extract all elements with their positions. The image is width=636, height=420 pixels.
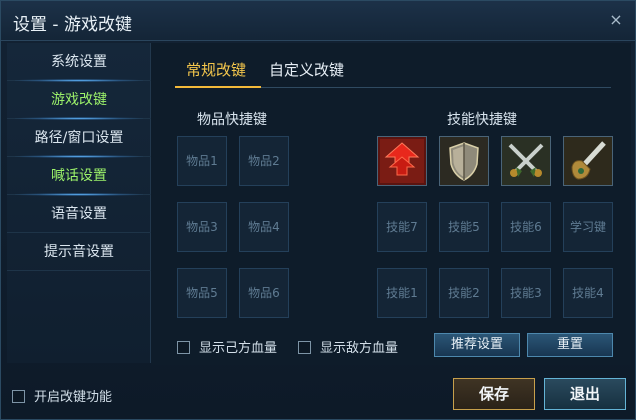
learn-key-slot[interactable]: 学习键 [563, 202, 613, 252]
window-title: 设置 - 游戏改键 [13, 15, 132, 35]
show-enemy-hp-label: 显示敌方血量 [320, 341, 399, 356]
skill-slot-3[interactable]: 技能3 [501, 268, 551, 318]
title-bar[interactable]: 设置 - 游戏改键 × [1, 1, 635, 41]
save-button[interactable]: 保存 [453, 378, 535, 410]
skill-slot-5[interactable]: 技能5 [439, 202, 489, 252]
reset-button[interactable]: 重置 [527, 333, 613, 357]
skill-slot-6[interactable]: 技能6 [501, 202, 551, 252]
active-tab-underline [175, 86, 261, 88]
item-slot-3[interactable]: 物品3 [177, 202, 227, 252]
settings-window: 设置 - 游戏改键 × 系统设置 游戏改键 路径/窗口设置 喊话设置 语音设置 … [0, 0, 636, 420]
sidebar-item-path-window[interactable]: 路径/窗口设置 [7, 119, 151, 157]
red-arrow-skill-icon[interactable] [377, 136, 427, 186]
item-slot-1[interactable]: 物品1 [177, 136, 227, 186]
tab-regular-remap[interactable]: 常规改键 [186, 59, 246, 85]
skill-slot-2[interactable]: 技能2 [439, 268, 489, 318]
item-slot-4[interactable]: 物品4 [239, 202, 289, 252]
items-section-label: 物品快捷键 [197, 112, 267, 128]
crossed-swords-skill-icon[interactable] [501, 136, 551, 186]
exit-button[interactable]: 退出 [544, 378, 626, 410]
show-enemy-hp-checkbox[interactable]: 显示敌方血量 [298, 337, 398, 356]
skill-slot-4[interactable]: 技能4 [563, 268, 613, 318]
checkbox-box[interactable] [12, 390, 25, 403]
sidebar-item-system[interactable]: 系统设置 [7, 43, 151, 81]
show-own-hp-label: 显示己方血量 [199, 341, 278, 356]
skills-section-label: 技能快捷键 [447, 112, 517, 128]
item-slot-5[interactable]: 物品5 [177, 268, 227, 318]
sidebar-item-key-remap[interactable]: 游戏改键 [7, 79, 151, 120]
item-slot-2[interactable]: 物品2 [239, 136, 289, 186]
sidebar-item-voice[interactable]: 语音设置 [7, 195, 151, 233]
shield-skill-icon[interactable] [439, 136, 489, 186]
enable-remap-checkbox[interactable]: 开启改键功能 [12, 386, 112, 405]
main-panel: 常规改键 自定义改键 物品快捷键 技能快捷键 物品1 物品2 物品3 物品4 物… [151, 43, 631, 365]
show-own-hp-checkbox[interactable]: 显示己方血量 [177, 337, 277, 356]
checkbox-box[interactable] [298, 341, 311, 354]
tab-custom-remap[interactable]: 自定义改键 [269, 59, 344, 85]
enable-remap-label: 开启改键功能 [34, 390, 113, 405]
skill-slot-7[interactable]: 技能7 [377, 202, 427, 252]
sidebar-item-alert-sound[interactable]: 提示音设置 [7, 233, 151, 271]
sidebar: 系统设置 游戏改键 路径/窗口设置 喊话设置 语音设置 提示音设置 [7, 43, 151, 363]
sword-glove-skill-icon[interactable] [563, 136, 613, 186]
checkbox-box[interactable] [177, 341, 190, 354]
close-icon[interactable]: × [607, 11, 625, 29]
skill-slot-1[interactable]: 技能1 [377, 268, 427, 318]
sidebar-item-shout[interactable]: 喊话设置 [7, 155, 151, 196]
recommend-settings-button[interactable]: 推荐设置 [434, 333, 520, 357]
item-slot-6[interactable]: 物品6 [239, 268, 289, 318]
